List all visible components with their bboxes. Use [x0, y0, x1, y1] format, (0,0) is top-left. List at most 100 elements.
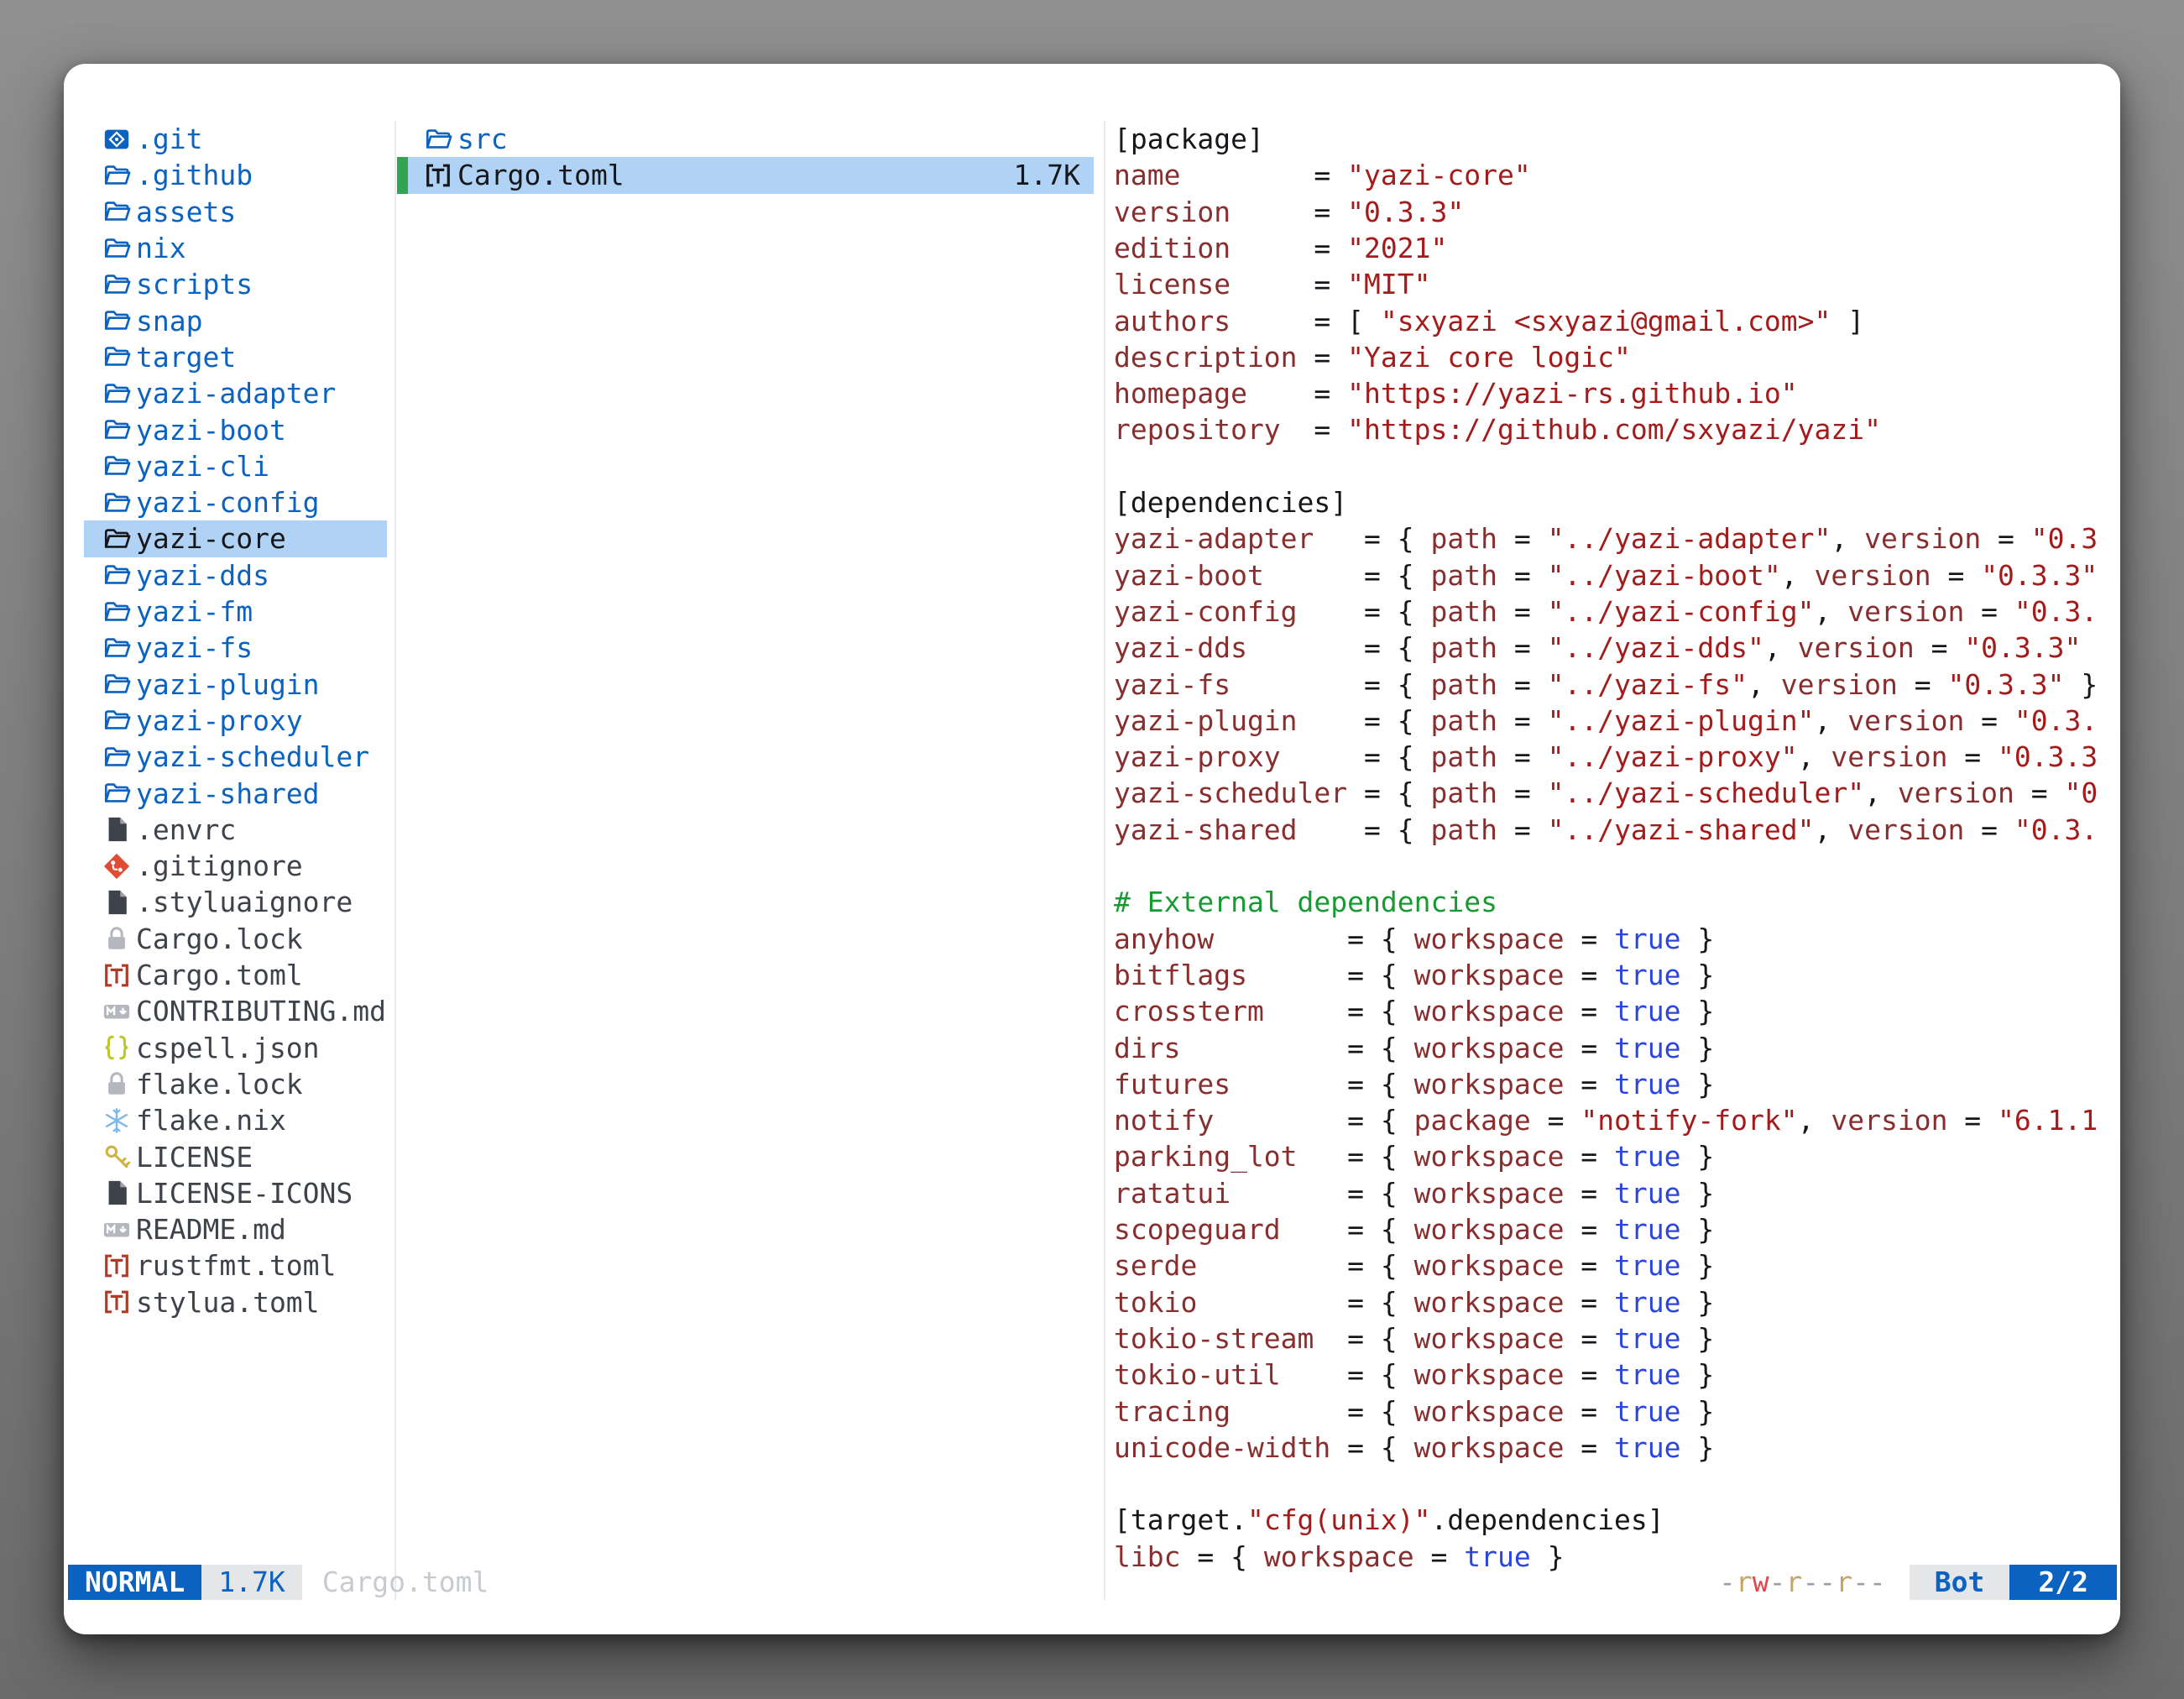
open-folder-icon — [102, 234, 131, 263]
item-label: CONTRIBUTING.md — [136, 995, 386, 1027]
document-icon — [102, 815, 131, 844]
lock-icon — [102, 924, 131, 953]
preview-line: tokio = { workspace = true } — [1114, 1284, 2115, 1320]
item-label: .github — [136, 159, 253, 191]
item-label: LICENSE-ICONS — [136, 1177, 353, 1210]
item-label: scripts — [136, 268, 253, 301]
parent-item-yazi-proxy[interactable]: yazi-proxy — [84, 703, 387, 739]
item-label: yazi-shared — [136, 777, 320, 810]
preview-line: # External dependencies — [1114, 884, 2115, 920]
item-label: .gitignore — [136, 850, 303, 882]
parent-item-yazi-scheduler[interactable]: yazi-scheduler — [84, 739, 387, 775]
item-label: Cargo.toml — [136, 959, 303, 991]
parent-item-rustfmt.toml[interactable]: rustfmt.toml — [84, 1247, 387, 1283]
parent-item-flake.nix[interactable]: flake.nix — [84, 1102, 387, 1138]
file-permissions: -rw-r--r-- — [1719, 1565, 1886, 1600]
item-label: .envrc — [136, 813, 236, 846]
item-label: yazi-adapter — [136, 377, 336, 410]
open-folder-icon — [102, 270, 131, 299]
open-folder-icon — [102, 197, 131, 226]
parent-item-target[interactable]: target — [84, 339, 387, 375]
parent-item-.github[interactable]: .github — [84, 157, 387, 193]
toml-icon — [102, 961, 131, 990]
parent-item-.envrc[interactable]: .envrc — [84, 812, 387, 848]
markdown-icon — [102, 1215, 131, 1244]
parent-item-yazi-fs[interactable]: yazi-fs — [84, 630, 387, 666]
toml-icon — [424, 161, 452, 190]
parent-item-.git[interactable]: .git — [84, 121, 387, 157]
item-label: snap — [136, 305, 202, 337]
item-label: cspell.json — [136, 1032, 320, 1064]
yazi-window: .git.githubassetsnixscriptssnaptargetyaz… — [64, 64, 2120, 1634]
item-label: nix — [136, 232, 186, 264]
item-label: yazi-config — [136, 486, 320, 519]
document-icon — [102, 1179, 131, 1207]
parent-item-LICENSE-ICONS[interactable]: LICENSE-ICONS — [84, 1175, 387, 1211]
parent-item-.styluaignore[interactable]: .styluaignore — [84, 884, 387, 920]
item-label: yazi-core — [136, 522, 286, 555]
parent-item-Cargo.lock[interactable]: Cargo.lock — [84, 921, 387, 957]
preview-line: yazi-fs = { path = "../yazi-fs", version… — [1114, 667, 2115, 703]
status-filename: Cargo.toml — [322, 1565, 489, 1600]
preview-line: serde = { workspace = true } — [1114, 1247, 2115, 1283]
preview-line: [package] — [1114, 121, 2115, 157]
item-label: yazi-cli — [136, 450, 269, 483]
preview-line: yazi-shared = { path = "../yazi-shared",… — [1114, 812, 2115, 848]
parent-item-assets[interactable]: assets — [84, 194, 387, 230]
preview-line: yazi-config = { path = "../yazi-config",… — [1114, 593, 2115, 630]
json-braces-icon — [102, 1033, 131, 1062]
parent-item-yazi-fm[interactable]: yazi-fm — [84, 593, 387, 630]
parent-item-cspell.json[interactable]: cspell.json — [84, 1030, 387, 1066]
preview-line: futures = { workspace = true } — [1114, 1066, 2115, 1102]
parent-item-yazi-cli[interactable]: yazi-cli — [84, 448, 387, 484]
parent-item-stylua.toml[interactable]: stylua.toml — [84, 1284, 387, 1320]
current-item-src[interactable]: src — [397, 121, 1094, 157]
parent-item-CONTRIBUTING.md[interactable]: CONTRIBUTING.md — [84, 993, 387, 1029]
parent-item-yazi-shared[interactable]: yazi-shared — [84, 775, 387, 811]
preview-line: [dependencies] — [1114, 484, 2115, 520]
parent-item-yazi-plugin[interactable]: yazi-plugin — [84, 667, 387, 703]
parent-item-yazi-config[interactable]: yazi-config — [84, 484, 387, 520]
parent-item-LICENSE[interactable]: LICENSE — [84, 1138, 387, 1174]
parent-item-scripts[interactable]: scripts — [84, 266, 387, 302]
open-folder-icon — [102, 561, 131, 589]
item-size: 1.7K — [1014, 159, 1094, 191]
scroll-position-label: Bot — [1910, 1565, 2010, 1600]
item-label: flake.nix — [136, 1104, 286, 1137]
parent-item-yazi-adapter[interactable]: yazi-adapter — [84, 375, 387, 411]
git-icon — [102, 852, 131, 881]
parent-item-yazi-dds[interactable]: yazi-dds — [84, 557, 387, 593]
panel-separator — [394, 121, 396, 1600]
parent-item-README.md[interactable]: README.md — [84, 1211, 387, 1247]
file-size-indicator: 1.7K — [201, 1565, 301, 1600]
parent-item-.gitignore[interactable]: .gitignore — [84, 848, 387, 884]
parent-item-nix[interactable]: nix — [84, 230, 387, 266]
open-folder-icon — [102, 342, 131, 371]
preview-panel[interactable]: [package]name = "yazi-core"version = "0.… — [1114, 121, 2115, 1581]
parent-panel[interactable]: .git.githubassetsnixscriptssnaptargetyaz… — [64, 64, 452, 1634]
open-folder-icon — [102, 489, 131, 517]
lock-icon — [102, 1069, 131, 1098]
status-left: NORMAL 1.7K Cargo.toml — [68, 1565, 489, 1600]
current-panel[interactable]: srcCargo.toml1.7K — [397, 64, 1094, 1634]
item-label: yazi-dds — [136, 559, 269, 592]
item-label: assets — [136, 196, 236, 228]
preview-line: edition = "2021" — [1114, 230, 2115, 266]
open-folder-icon — [102, 452, 131, 480]
current-item-Cargo.toml[interactable]: Cargo.toml1.7K — [397, 157, 1094, 193]
open-folder-icon — [102, 743, 131, 771]
preview-line: version = "0.3.3" — [1114, 194, 2115, 230]
parent-item-snap[interactable]: snap — [84, 303, 387, 339]
preview-line: yazi-adapter = { path = "../yazi-adapter… — [1114, 520, 2115, 557]
item-label: .styluaignore — [136, 886, 353, 918]
item-label: yazi-plugin — [136, 668, 320, 701]
parent-item-yazi-core[interactable]: yazi-core — [84, 520, 387, 557]
toml-icon — [102, 1288, 131, 1316]
parent-item-flake.lock[interactable]: flake.lock — [84, 1066, 387, 1102]
parent-item-Cargo.toml[interactable]: Cargo.toml — [84, 957, 387, 993]
open-folder-icon — [102, 306, 131, 335]
toml-icon — [102, 1252, 131, 1280]
preview-line: scopeguard = { workspace = true } — [1114, 1211, 2115, 1247]
preview-line: homepage = "https://yazi-rs.github.io" — [1114, 375, 2115, 411]
parent-item-yazi-boot[interactable]: yazi-boot — [84, 411, 387, 447]
